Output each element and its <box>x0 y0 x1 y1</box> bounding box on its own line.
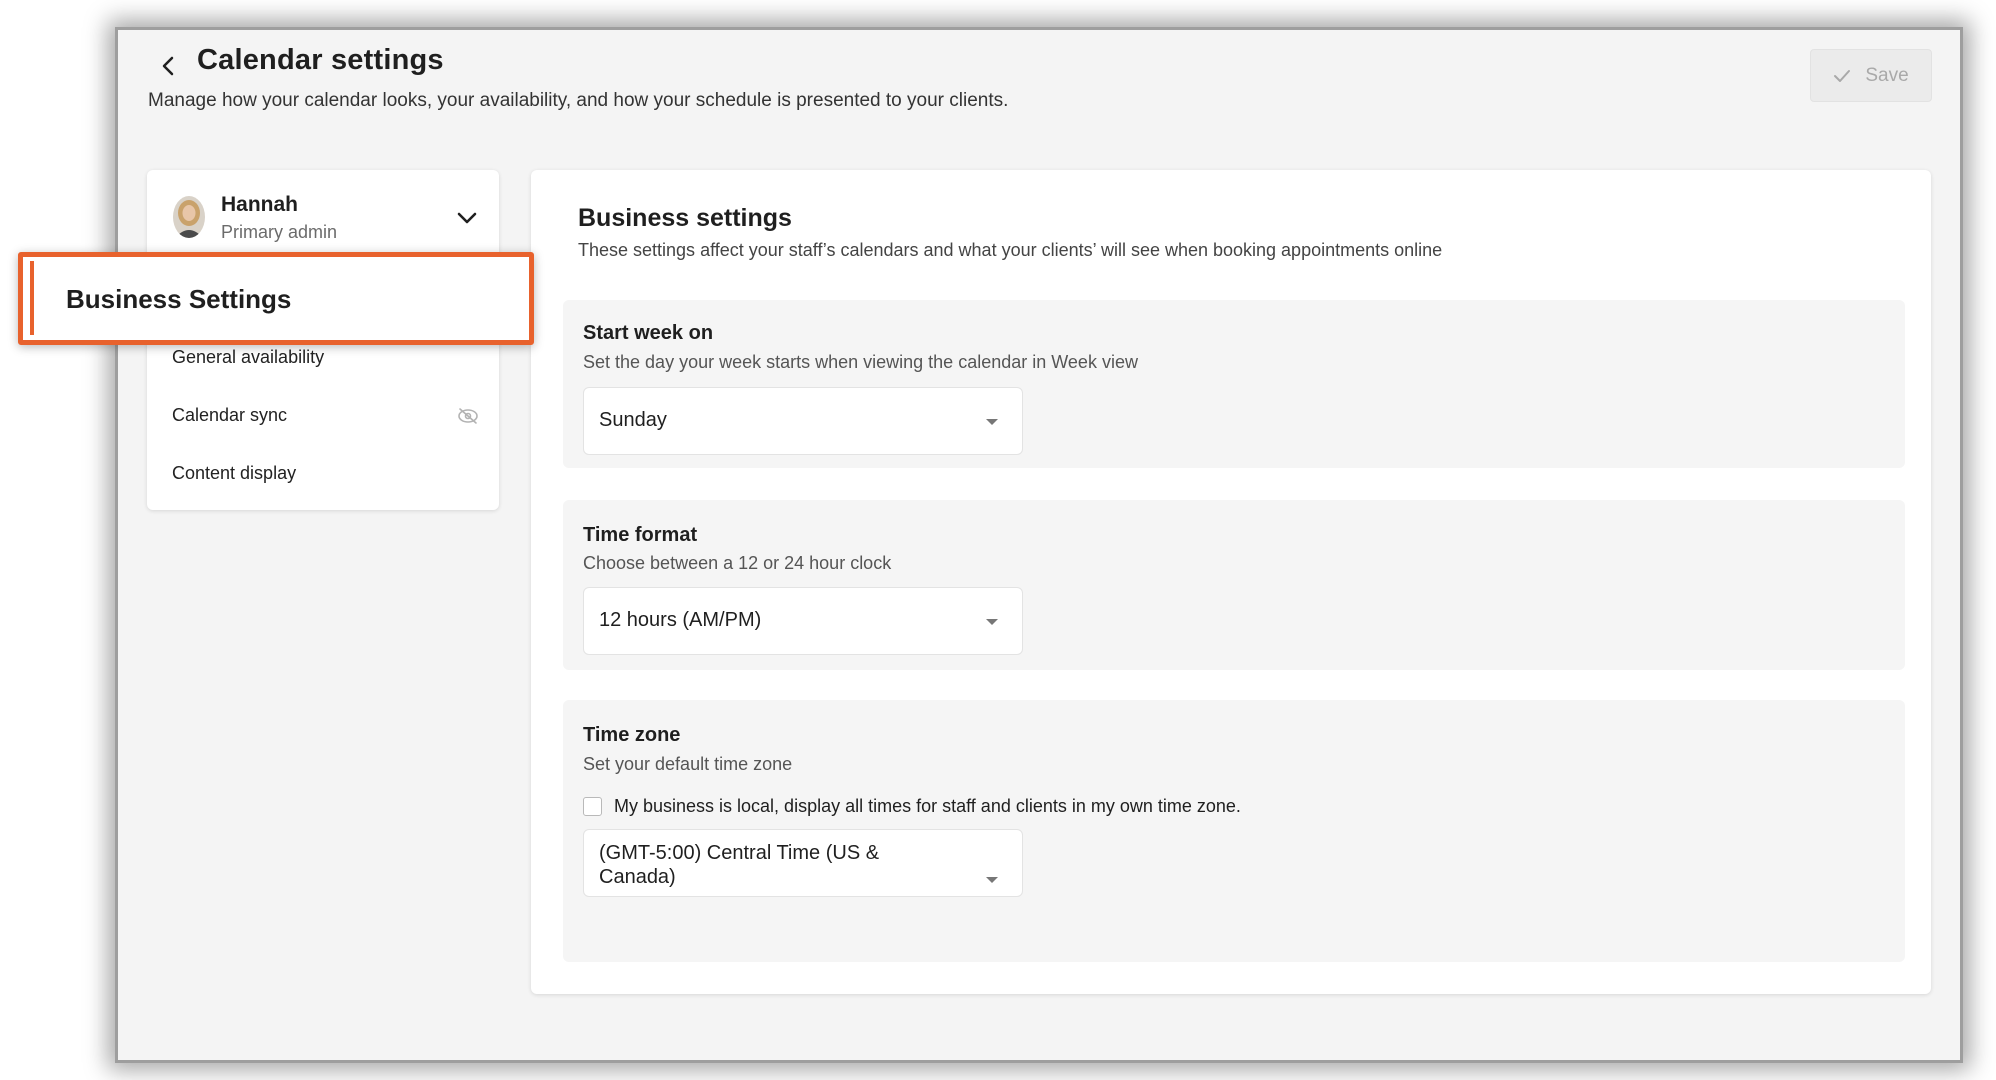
save-button[interactable]: Save <box>1810 49 1932 102</box>
setting-title: Start week on <box>583 322 714 344</box>
back-button[interactable] <box>150 48 186 84</box>
page-title: Calendar settings <box>197 44 444 76</box>
sidebar-item-business-settings[interactable]: Business Settings <box>18 252 534 345</box>
time-zone-select[interactable]: (GMT-5:00) Central Time (US & Canada) <box>583 829 1023 897</box>
time-zone-setting: Time zone Set your default time zone My … <box>563 700 1905 962</box>
sidebar-item-content-display[interactable]: Content display <box>172 463 296 484</box>
setting-description: Set your default time zone <box>583 754 793 774</box>
sync-off-icon <box>458 408 478 424</box>
setting-title: Time format <box>583 524 698 546</box>
sidebar-item-calendar-sync[interactable]: Calendar sync <box>172 405 474 426</box>
section-title: Business settings <box>578 204 792 232</box>
select-value: (GMT-5:00) Central Time (US & Canada) <box>599 842 880 888</box>
start-week-select[interactable]: Sunday <box>583 387 1023 455</box>
check-icon <box>1834 69 1851 82</box>
avatar <box>173 196 205 238</box>
sidebar-item-label: Calendar sync <box>172 405 288 425</box>
local-time-checkbox[interactable] <box>583 797 602 816</box>
sidebar-item-general-availability[interactable]: General availability <box>172 347 324 368</box>
select-value: 12 hours (AM/PM) <box>599 609 762 631</box>
save-button-label: Save <box>1865 64 1909 86</box>
select-value: Sunday <box>599 409 667 431</box>
local-time-checkbox-row[interactable]: My business is local, display all times … <box>583 796 1241 817</box>
user-role: Primary admin <box>221 222 338 242</box>
active-indicator <box>30 261 34 335</box>
business-settings-panel: Business settings These settings affect … <box>531 170 1931 994</box>
checkbox-label: My business is local, display all times … <box>614 796 1241 816</box>
page-subtitle: Manage how your calendar looks, your ava… <box>148 90 1009 111</box>
chevron-down-icon <box>457 212 477 224</box>
start-week-setting: Start week on Set the day your week star… <box>563 300 1905 468</box>
chevron-left-icon <box>162 56 174 76</box>
app-window: Calendar settings Manage how your calend… <box>118 30 1960 1060</box>
user-switcher[interactable]: Hannah Primary admin <box>147 170 499 248</box>
user-name: Hannah <box>221 193 299 216</box>
sidebar-item-label: Business Settings <box>66 284 292 314</box>
setting-description: Choose between a 12 or 24 hour clock <box>583 553 892 573</box>
caret-down-icon <box>986 877 998 883</box>
setting-title: Time zone <box>583 724 681 746</box>
section-description: These settings affect your staff’s calen… <box>578 240 1443 260</box>
caret-down-icon <box>986 419 998 425</box>
time-format-select[interactable]: 12 hours (AM/PM) <box>583 587 1023 655</box>
caret-down-icon <box>986 619 998 625</box>
setting-description: Set the day your week starts when viewin… <box>583 352 1138 372</box>
time-format-setting: Time format Choose between a 12 or 24 ho… <box>563 500 1905 670</box>
